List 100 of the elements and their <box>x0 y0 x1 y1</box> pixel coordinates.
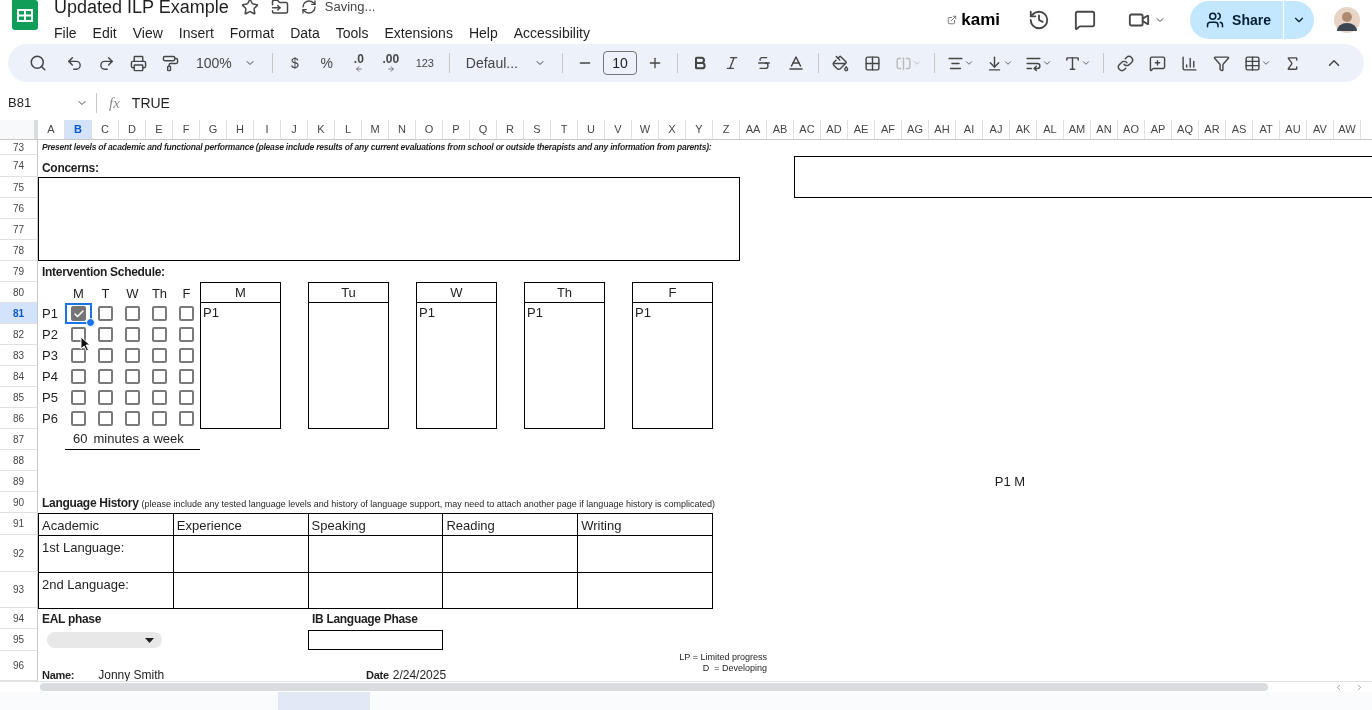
concerns-box[interactable] <box>38 177 740 261</box>
font-size-field[interactable]: 10 <box>602 51 637 75</box>
column-header[interactable]: X <box>659 120 686 139</box>
checkbox[interactable] <box>98 369 113 384</box>
column-header[interactable]: G <box>200 120 227 139</box>
column-header[interactable]: C <box>92 120 119 139</box>
percent-button[interactable]: % <box>312 49 341 77</box>
column-header[interactable]: AA <box>740 120 767 139</box>
column-header[interactable]: AC <box>794 120 821 139</box>
checkbox[interactable] <box>98 348 113 363</box>
checkbox[interactable] <box>152 348 167 363</box>
column-header[interactable]: W <box>632 120 659 139</box>
checkbox[interactable] <box>125 390 140 405</box>
column-header[interactable]: AW <box>1334 120 1361 139</box>
column-header[interactable]: AH <box>929 120 956 139</box>
menu-item[interactable]: Accessibility <box>505 22 598 44</box>
column-header[interactable]: AQ <box>1172 120 1199 139</box>
row-number[interactable]: 79 <box>0 261 38 282</box>
formula-field[interactable]: TRUE <box>131 92 170 114</box>
column-header[interactable]: AI <box>956 120 983 139</box>
column-header[interactable]: AL <box>1037 120 1064 139</box>
version-history-icon[interactable] <box>1028 9 1051 31</box>
menu-item[interactable]: Insert <box>170 22 222 44</box>
number-format-button[interactable]: 123 <box>408 49 441 77</box>
column-header[interactable]: R <box>497 120 524 139</box>
column-header[interactable]: D <box>119 120 146 139</box>
column-header[interactable]: M <box>362 120 389 139</box>
checkbox[interactable] <box>152 306 167 321</box>
row-number[interactable]: 86 <box>0 408 38 429</box>
column-header[interactable]: J <box>281 120 308 139</box>
row-number[interactable]: 84 <box>0 366 38 387</box>
row-number[interactable]: 74 <box>0 155 38 177</box>
checkbox[interactable] <box>71 369 86 384</box>
row-number[interactable]: 85 <box>0 387 38 408</box>
column-header[interactable]: H <box>227 120 254 139</box>
column-header[interactable]: F <box>173 120 200 139</box>
row-number[interactable]: 77 <box>0 219 38 240</box>
column-header[interactable]: AS <box>1226 120 1253 139</box>
column-header[interactable]: AF <box>875 120 902 139</box>
row-number[interactable]: 76 <box>0 198 38 219</box>
column-header[interactable]: Z <box>713 120 740 139</box>
column-header[interactable]: AE <box>848 120 875 139</box>
checkbox[interactable] <box>179 390 194 405</box>
checkbox[interactable] <box>98 411 113 426</box>
column-header[interactable]: AR <box>1199 120 1226 139</box>
checkbox[interactable] <box>98 306 113 321</box>
checkbox[interactable] <box>71 411 86 426</box>
row-number[interactable]: 88 <box>0 450 38 471</box>
checkbox[interactable] <box>71 306 86 321</box>
checkbox[interactable] <box>179 348 194 363</box>
checkbox[interactable] <box>125 327 140 342</box>
name-box[interactable]: B81 <box>0 93 96 113</box>
spreadsheet-logo-icon[interactable] <box>12 0 38 30</box>
column-header[interactable]: AK <box>1010 120 1037 139</box>
row-number[interactable]: 94 <box>0 608 38 629</box>
menu-item[interactable]: Extensions <box>376 22 461 44</box>
menu-item[interactable]: View <box>124 22 171 44</box>
currency-button[interactable]: $ <box>280 49 309 77</box>
checkbox[interactable] <box>125 369 140 384</box>
star-icon[interactable] <box>240 0 259 16</box>
column-header[interactable]: T <box>551 120 578 139</box>
menu-item[interactable]: Data <box>282 22 328 44</box>
menu-item[interactable]: Help <box>460 22 506 44</box>
row-number[interactable]: 90 <box>0 492 38 513</box>
menu-item[interactable]: File <box>46 22 85 44</box>
row-number[interactable]: 87 <box>0 429 38 450</box>
column-header[interactable]: P <box>443 120 470 139</box>
row-number[interactable]: 93 <box>0 572 38 608</box>
folder-icon[interactable] <box>270 0 289 16</box>
checkbox[interactable] <box>179 369 194 384</box>
row-number[interactable]: 96 <box>0 651 38 681</box>
checkbox[interactable] <box>179 306 194 321</box>
checkbox[interactable] <box>98 327 113 342</box>
column-header[interactable]: AN <box>1091 120 1118 139</box>
checkbox[interactable] <box>152 327 167 342</box>
checkbox[interactable] <box>98 390 113 405</box>
decrease-decimal-button[interactable]: .0 <box>344 49 373 77</box>
column-header[interactable]: AB <box>767 120 794 139</box>
checkbox[interactable] <box>179 327 194 342</box>
checkbox[interactable] <box>179 411 194 426</box>
column-header[interactable]: AT <box>1253 120 1280 139</box>
checkbox[interactable] <box>125 306 140 321</box>
row-number[interactable]: 89 <box>0 471 38 492</box>
column-header[interactable]: E <box>146 120 173 139</box>
checkbox[interactable] <box>71 390 86 405</box>
row-number[interactable]: 91 <box>0 513 38 535</box>
column-header[interactable]: B <box>65 120 92 139</box>
checkbox[interactable] <box>125 348 140 363</box>
column-header[interactable]: AG <box>902 120 929 139</box>
row-number[interactable]: 75 <box>0 177 38 198</box>
checkbox[interactable] <box>152 390 167 405</box>
row-number[interactable]: 81 <box>0 303 38 324</box>
column-header[interactable]: K <box>308 120 335 139</box>
column-header[interactable]: V <box>605 120 632 139</box>
checkbox[interactable] <box>152 411 167 426</box>
menu-item[interactable]: Tools <box>327 22 377 44</box>
ib-phase-field[interactable] <box>308 630 443 650</box>
column-header[interactable]: AU <box>1280 120 1307 139</box>
zoom-select[interactable]: 100% <box>188 49 264 77</box>
column-header[interactable]: U <box>578 120 605 139</box>
